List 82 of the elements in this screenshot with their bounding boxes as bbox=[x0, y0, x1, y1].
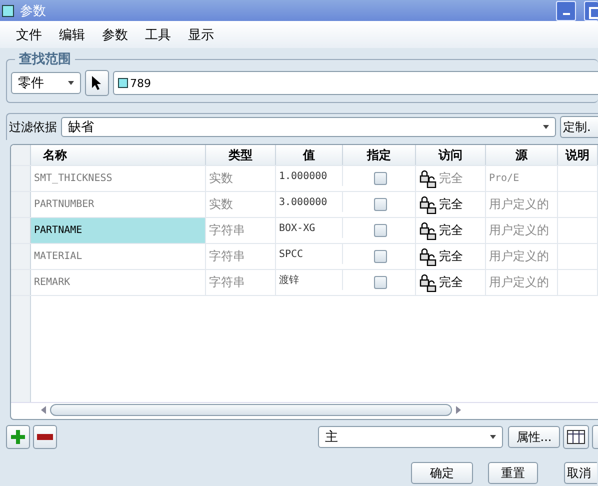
dropdown-arrow-icon bbox=[490, 435, 496, 439]
table-cell[interactable]: SMT_THICKNESS bbox=[31, 166, 206, 191]
add-button[interactable] bbox=[6, 425, 30, 449]
cube-icon bbox=[118, 78, 128, 88]
row-header[interactable] bbox=[11, 218, 31, 243]
cursor-icon bbox=[91, 75, 103, 91]
column-header[interactable]: 访问 bbox=[416, 145, 486, 165]
table-cell: 实数 bbox=[206, 192, 276, 217]
checkbox[interactable] bbox=[374, 250, 387, 263]
access-text: 完全 bbox=[439, 274, 463, 291]
table-cell[interactable]: MATERIAL bbox=[31, 244, 206, 269]
table-cell: 用户定义的 bbox=[486, 192, 558, 217]
table-cell: 用户定义的 bbox=[486, 218, 558, 243]
table-cell: 3.000000 bbox=[276, 192, 343, 212]
dialog-button[interactable]: 确定 bbox=[411, 462, 473, 484]
lock-icon bbox=[419, 274, 439, 292]
scroll-thumb[interactable] bbox=[50, 404, 452, 416]
table-cell: 字符串 bbox=[206, 244, 276, 269]
columns-button[interactable] bbox=[563, 425, 589, 449]
table-cell: 1.000000 bbox=[276, 166, 343, 186]
checkbox[interactable] bbox=[374, 198, 387, 211]
column-header[interactable]: 源 bbox=[486, 145, 558, 165]
dropdown-arrow-icon bbox=[68, 81, 74, 85]
dialog-button[interactable]: 重置 bbox=[488, 462, 538, 484]
properties-button[interactable]: 属性... bbox=[508, 426, 560, 448]
row-header[interactable] bbox=[11, 192, 31, 217]
menu-item[interactable]: 编辑 bbox=[59, 26, 85, 44]
dialog-button[interactable]: 取消 bbox=[564, 462, 597, 484]
maximize-button[interactable] bbox=[584, 0, 598, 21]
window-title: 参数 bbox=[20, 2, 46, 20]
table-cell: 渡锌 bbox=[276, 270, 343, 290]
row-header[interactable] bbox=[11, 244, 31, 269]
menu-item[interactable]: 文件 bbox=[16, 26, 42, 44]
checkbox[interactable] bbox=[374, 276, 387, 289]
table-cell: Pro/E bbox=[486, 166, 558, 191]
lock-icon bbox=[419, 170, 439, 188]
lock-icon bbox=[419, 196, 439, 214]
cube-icon bbox=[2, 4, 14, 17]
row-header[interactable] bbox=[11, 166, 31, 191]
lock-icon bbox=[419, 222, 439, 240]
table-cell: 实数 bbox=[206, 166, 276, 191]
menu-item[interactable]: 参数 bbox=[102, 26, 128, 44]
remove-button[interactable] bbox=[33, 425, 57, 449]
table-cell[interactable]: PARTNUMBER bbox=[31, 192, 206, 217]
column-header[interactable]: 指定 bbox=[343, 145, 416, 165]
table-columns-icon bbox=[567, 430, 585, 444]
model-field[interactable]: 789 bbox=[113, 71, 598, 95]
access-text: 完全 bbox=[439, 248, 463, 265]
table-cell: 用户定义的 bbox=[486, 244, 558, 269]
set-dropdown[interactable]: 主 bbox=[318, 426, 503, 448]
plus-icon bbox=[11, 430, 25, 444]
column-header[interactable]: 说明 bbox=[558, 145, 598, 165]
menu-item[interactable]: 显示 bbox=[188, 26, 214, 44]
filter-dropdown[interactable]: 缺省 bbox=[61, 117, 556, 137]
horizontal-scrollbar[interactable] bbox=[11, 402, 598, 419]
dropdown-arrow-icon bbox=[543, 125, 549, 129]
table-cell: BOX-XG bbox=[276, 218, 343, 238]
table-cell: 字符串 bbox=[206, 270, 276, 295]
checkbox[interactable] bbox=[374, 172, 387, 185]
menu-item[interactable]: 工具 bbox=[145, 26, 171, 44]
table-cell[interactable]: REMARK bbox=[31, 270, 206, 295]
minimize-button[interactable] bbox=[556, 0, 576, 21]
column-header[interactable]: 类型 bbox=[206, 145, 276, 165]
lock-icon bbox=[419, 248, 439, 266]
table-cell: SPCC bbox=[276, 244, 343, 264]
checkbox[interactable] bbox=[374, 224, 387, 237]
table-cell: 用户定义的 bbox=[486, 270, 558, 295]
group-title: 查找范围 bbox=[18, 51, 72, 68]
access-text: 完全 bbox=[439, 196, 463, 213]
access-text: 完全 bbox=[439, 170, 463, 187]
table-cell[interactable]: PARTNAME bbox=[31, 218, 206, 243]
type-dropdown[interactable]: 零件 bbox=[11, 72, 81, 94]
customize-button[interactable]: 定制. bbox=[560, 116, 598, 138]
row-header[interactable] bbox=[11, 270, 31, 295]
column-header[interactable]: 值 bbox=[276, 145, 343, 165]
select-button[interactable] bbox=[85, 70, 109, 96]
column-header[interactable]: 名称 bbox=[31, 145, 206, 165]
table-cell: 字符串 bbox=[206, 218, 276, 243]
minus-icon bbox=[37, 434, 53, 440]
access-text: 完全 bbox=[439, 222, 463, 239]
filter-label: 过滤依据 bbox=[9, 118, 57, 136]
scroll-right-icon bbox=[456, 406, 461, 414]
